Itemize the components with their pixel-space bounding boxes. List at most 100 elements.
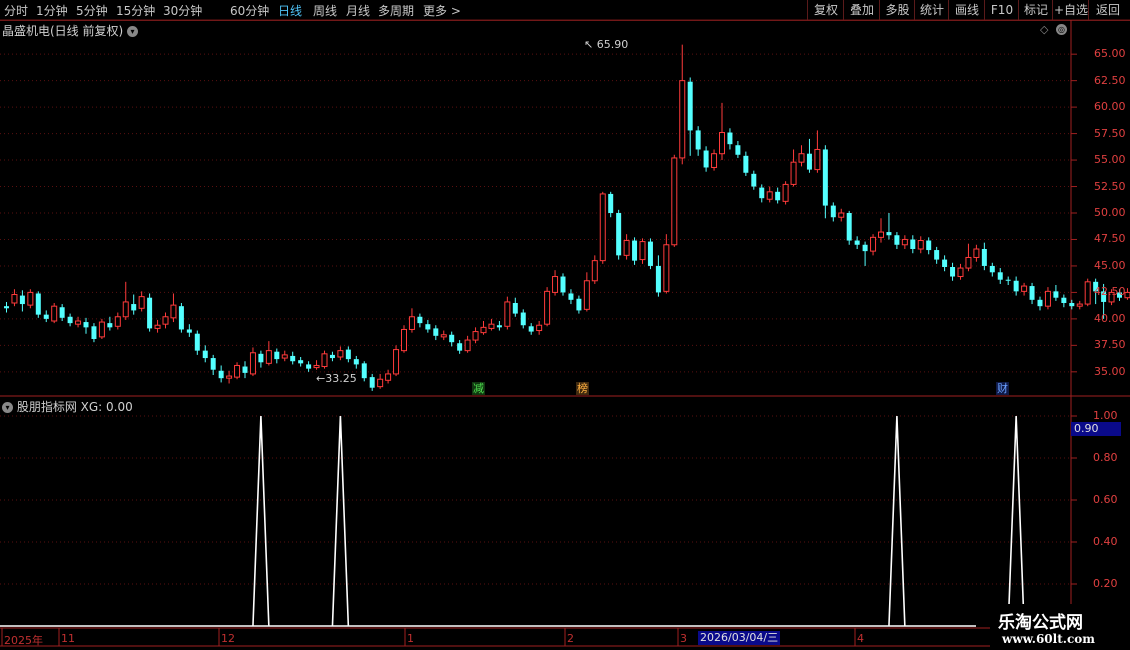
candle[interactable] [591, 255, 598, 284]
candle[interactable] [775, 187, 781, 204]
candle[interactable] [281, 350, 288, 362]
candle[interactable] [814, 130, 821, 173]
candle[interactable] [131, 294, 137, 315]
candle[interactable] [1029, 282, 1035, 305]
candle[interactable] [632, 237, 638, 265]
candle[interactable] [35, 291, 41, 318]
candle[interactable] [457, 340, 463, 354]
candle[interactable] [838, 208, 845, 222]
candle[interactable] [408, 308, 415, 333]
candle[interactable] [83, 317, 89, 334]
candle[interactable] [321, 350, 328, 369]
candle[interactable] [186, 324, 192, 337]
candle[interactable] [560, 273, 566, 296]
candle[interactable] [989, 262, 995, 277]
candle[interactable] [1061, 294, 1067, 308]
candle[interactable] [393, 345, 400, 377]
candle[interactable] [210, 354, 216, 375]
candle[interactable] [623, 234, 630, 260]
candle[interactable] [1013, 276, 1019, 296]
candle[interactable] [91, 323, 97, 343]
candle[interactable] [433, 325, 439, 341]
candle[interactable] [19, 290, 25, 312]
candle[interactable] [536, 321, 543, 335]
candle[interactable] [942, 255, 948, 272]
candle[interactable] [647, 238, 653, 270]
candle[interactable] [138, 291, 145, 312]
candle[interactable] [234, 362, 241, 380]
candle[interactable] [194, 330, 200, 355]
candle[interactable] [361, 361, 367, 382]
candle[interactable] [170, 293, 177, 323]
candle[interactable] [528, 323, 534, 335]
candle[interactable] [440, 330, 447, 341]
candle[interactable] [759, 184, 765, 203]
candle[interactable] [67, 313, 73, 327]
candle[interactable] [11, 289, 18, 307]
candle[interactable] [576, 295, 582, 314]
candle[interactable] [4, 301, 9, 313]
candle[interactable] [218, 365, 224, 383]
candle[interactable] [337, 346, 344, 361]
candle[interactable] [727, 128, 733, 150]
candle[interactable] [425, 319, 431, 333]
candle[interactable] [766, 186, 773, 203]
candle[interactable] [711, 149, 718, 171]
candle[interactable] [910, 235, 916, 254]
candle[interactable] [679, 44, 686, 165]
candle[interactable] [1076, 300, 1083, 310]
candle[interactable] [973, 244, 980, 262]
candle[interactable] [1005, 276, 1011, 285]
candle[interactable] [695, 126, 701, 156]
candle[interactable] [846, 210, 852, 245]
event-marker-reduce[interactable]: 减 [472, 382, 485, 395]
candle[interactable] [950, 262, 956, 281]
candle[interactable] [313, 360, 320, 370]
candle[interactable] [154, 319, 161, 333]
candle[interactable] [162, 312, 169, 329]
candle[interactable] [806, 138, 812, 173]
candle[interactable] [306, 361, 312, 372]
candle[interactable] [512, 297, 518, 317]
candle[interactable] [854, 236, 860, 249]
kline-chart[interactable] [0, 0, 1130, 650]
candle[interactable] [687, 77, 693, 156]
candle[interactable] [663, 234, 670, 294]
candle[interactable] [583, 272, 590, 312]
candle[interactable] [27, 289, 34, 309]
candle[interactable] [226, 370, 233, 384]
candle[interactable] [464, 335, 471, 353]
candle[interactable] [122, 281, 129, 320]
candle[interactable] [878, 218, 884, 243]
candle[interactable] [1021, 282, 1028, 296]
candle[interactable] [202, 345, 208, 363]
candle[interactable] [43, 310, 49, 323]
candle[interactable] [449, 331, 455, 347]
candle[interactable] [735, 141, 741, 158]
candle[interactable] [265, 341, 272, 366]
candle[interactable] [385, 369, 392, 384]
candle[interactable] [901, 235, 908, 249]
candle[interactable] [616, 209, 622, 260]
candle[interactable] [926, 237, 932, 255]
candle[interactable] [934, 246, 940, 264]
candle[interactable] [894, 232, 900, 249]
candle[interactable] [655, 255, 661, 297]
candle[interactable] [75, 316, 82, 328]
candle[interactable] [870, 234, 877, 256]
candle[interactable] [743, 151, 749, 176]
candle[interactable] [822, 145, 828, 219]
event-marker-rank[interactable]: 榜 [576, 382, 589, 395]
candle[interactable] [1069, 299, 1075, 310]
candle[interactable] [703, 146, 709, 172]
candle[interactable] [1124, 288, 1130, 300]
candle[interactable] [242, 361, 248, 379]
candle[interactable] [290, 351, 296, 365]
candle[interactable] [51, 303, 58, 324]
candle[interactable] [520, 309, 526, 329]
candle[interactable] [353, 355, 359, 369]
candle[interactable] [147, 293, 153, 332]
candle[interactable] [981, 242, 987, 271]
candle[interactable] [719, 102, 725, 161]
candle[interactable] [782, 181, 789, 205]
